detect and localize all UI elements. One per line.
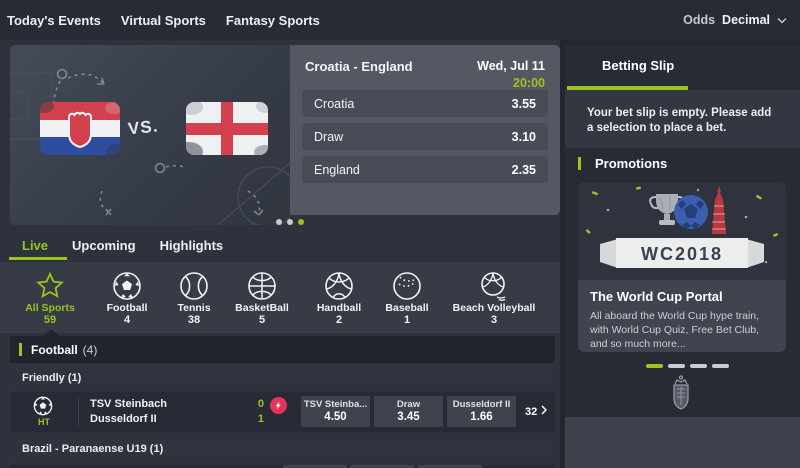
promo-carousel-bars [646, 364, 729, 368]
promotion-card[interactable]: WC2018 The World Cup Portal All aboard t… [578, 182, 786, 352]
promo-carousel-bar[interactable] [668, 364, 685, 368]
promo-carousel-bar[interactable] [712, 364, 729, 368]
promo-carousel-bar-active[interactable] [646, 364, 663, 368]
carousel-dot[interactable] [276, 219, 282, 225]
promo-card-title: The World Cup Portal [590, 289, 774, 304]
match-score: 0 1 [250, 397, 264, 427]
featured-selection-draw[interactable]: Draw 3.10 [302, 123, 548, 150]
divider [78, 398, 79, 426]
away-score: 1 [250, 412, 264, 427]
market-label: Dusseldorf II [447, 399, 516, 411]
promotion-banner-image: WC2018 [578, 182, 786, 280]
nav-virtual-sports[interactable]: Virtual Sports [121, 13, 206, 28]
tab-live[interactable]: Live [22, 238, 48, 253]
market-label: Draw [374, 399, 443, 411]
match-row: HT TSV Steinbach Dusseldorf II 0 1 TSV S… [10, 392, 555, 432]
market-button-away[interactable]: Dusseldorf II 1.66 [447, 396, 516, 427]
football-section-header[interactable]: Football (4) [10, 336, 555, 363]
sports-filter-bar: All Sports 59 Football 4 Tennis 38 Baske… [0, 262, 560, 333]
featured-match-banner[interactable]: VS. [10, 45, 290, 225]
betting-slip-header: Betting Slip [565, 45, 800, 86]
tab-highlights[interactable]: Highlights [160, 238, 224, 253]
home-score: 0 [250, 397, 264, 412]
section-caret [43, 329, 59, 336]
market-button-home[interactable]: TSV Steinba... 4.50 [301, 396, 370, 427]
selection-label: Draw [314, 130, 343, 144]
live-indicator-icon [270, 397, 287, 414]
odds-format-dropdown[interactable]: Odds Decimal [683, 0, 787, 40]
promo-card-body: All aboard the World Cup hype train, wit… [590, 309, 774, 351]
promotions-header[interactable]: Promotions [565, 148, 800, 178]
odds-format-value: Decimal [722, 13, 770, 27]
promo-banner-text: WC2018 [641, 244, 723, 264]
market-odds: 3.45 [374, 411, 443, 424]
football-graphic [674, 195, 708, 229]
sport-count: 3 [439, 314, 549, 327]
england-flag [175, 99, 276, 162]
selection-odds: 3.55 [512, 97, 536, 111]
active-tab-underline [9, 257, 67, 260]
tab-upcoming[interactable]: Upcoming [72, 238, 136, 253]
market-odds: 4.50 [301, 411, 370, 424]
more-markets-link[interactable]: 32 [525, 405, 547, 418]
promo-carousel-bar[interactable] [690, 364, 707, 368]
market-odds: 1.66 [447, 411, 516, 424]
home-team: TSV Steinbach [90, 397, 167, 412]
carousel-dots [276, 219, 304, 225]
sport-filter-beach-volleyball[interactable]: Beach Volleyball 3 [439, 269, 549, 327]
right-sidebar: Betting Slip Your bet slip is empty. Ple… [565, 45, 800, 468]
market-button-draw[interactable]: Draw 3.45 [374, 396, 443, 427]
carousel-dot-active[interactable] [298, 219, 304, 225]
market-label: TSV Steinba... [301, 399, 370, 411]
betting-app: Today's Events Virtual Sports Fantasy Sp… [0, 0, 800, 468]
league-header-brazil[interactable]: Brazil - Paranaense U19 (1) [10, 435, 555, 462]
featured-match-title: Croatia - England [305, 59, 413, 90]
section-title: Football [31, 343, 78, 357]
croatia-flag [34, 99, 130, 160]
section-count: (4) [83, 343, 98, 357]
betting-slip-empty-message: Your bet slip is empty. Please add a sel… [565, 90, 800, 148]
chevron-down-icon [777, 11, 787, 29]
match-status: HT [30, 417, 58, 427]
odds-label: Odds [683, 13, 715, 27]
selection-odds: 3.10 [512, 130, 536, 144]
accent-bar [578, 157, 581, 170]
featured-selection-away[interactable]: England 2.35 [302, 156, 548, 183]
featured-selection-home[interactable]: Croatia 3.55 [302, 90, 548, 117]
featured-match-time: 20:00 [477, 76, 545, 90]
beach-volleyball-icon [439, 269, 549, 302]
away-team: Dusseldorf II [90, 412, 167, 427]
nav-fantasy-sports[interactable]: Fantasy Sports [226, 13, 320, 28]
selection-label: Croatia [314, 97, 354, 111]
ribbon-banner: WC2018 [600, 238, 764, 268]
carousel-dot[interactable] [287, 219, 293, 225]
featured-match-date: Wed, Jul 11 [477, 59, 545, 73]
sport-name: Beach Volleyball [439, 302, 549, 314]
nav-todays-events[interactable]: Today's Events [7, 13, 101, 28]
more-markets-count: 32 [525, 406, 537, 418]
crest-logo-icon [668, 375, 694, 418]
selection-odds: 2.35 [512, 163, 536, 177]
events-tabs: Live Upcoming Highlights [22, 238, 223, 253]
sidebar-bottom-section [565, 417, 800, 468]
promotions-title: Promotions [595, 156, 667, 171]
match-teams[interactable]: TSV Steinbach Dusseldorf II [90, 397, 167, 427]
accent-bar [19, 343, 22, 356]
league-header-friendly[interactable]: Friendly (1) [10, 365, 555, 390]
selection-label: England [314, 163, 360, 177]
chevron-right-icon [541, 405, 547, 418]
top-nav: Today's Events Virtual Sports Fantasy Sp… [0, 0, 800, 40]
featured-match-panel: Croatia - England Wed, Jul 11 20:00 Croa… [290, 45, 560, 215]
